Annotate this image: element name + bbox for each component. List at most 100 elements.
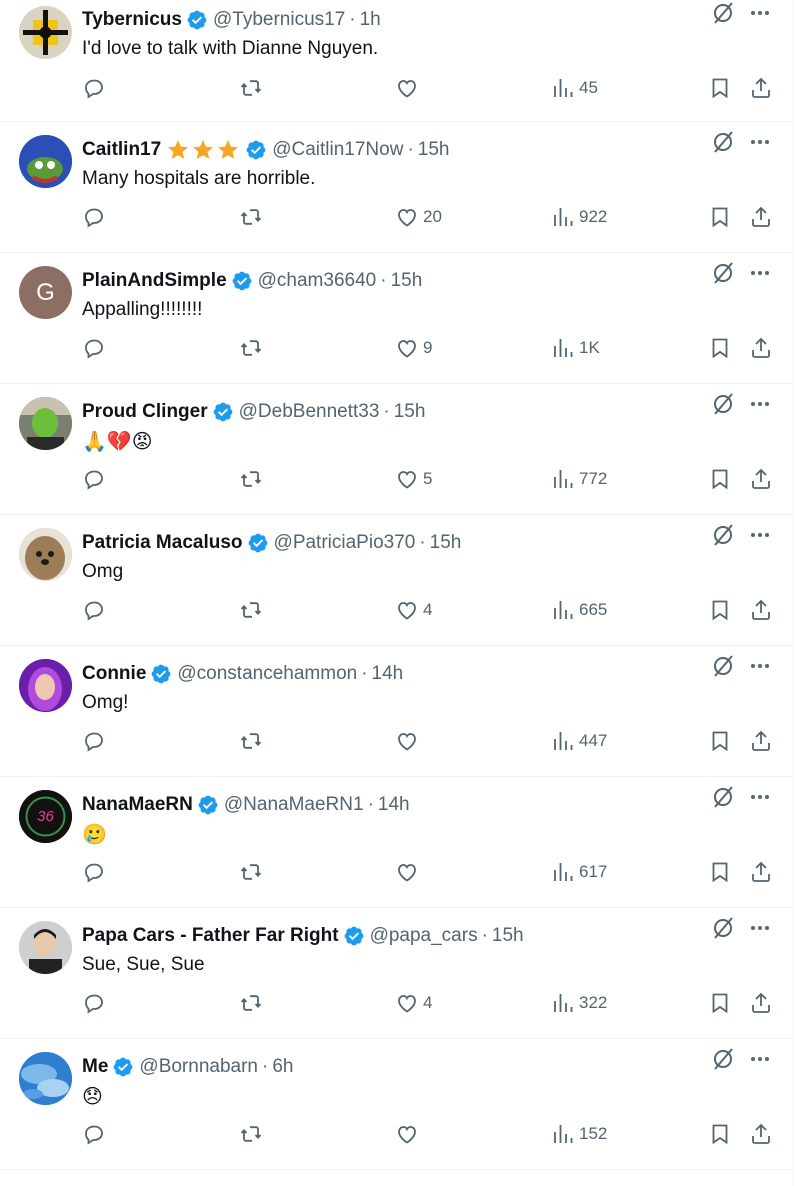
author-handle[interactable]: @papa_cars <box>370 925 478 947</box>
tweet[interactable]: Patricia Macaluso @PatriciaPio370 · 15h … <box>0 515 794 646</box>
reply-button[interactable] <box>82 857 110 887</box>
more-icon[interactable] <box>748 523 772 547</box>
more-icon[interactable] <box>748 261 772 285</box>
views-button[interactable]: 322 <box>551 988 607 1018</box>
author-name[interactable]: PlainAndSimple <box>82 270 227 292</box>
author-handle[interactable]: @cham36640 <box>258 270 377 292</box>
grok-icon[interactable] <box>710 0 736 26</box>
bookmark-button[interactable] <box>708 333 732 363</box>
reply-button[interactable] <box>82 595 110 625</box>
share-button[interactable] <box>749 857 773 887</box>
grok-icon[interactable] <box>710 653 736 679</box>
author-name[interactable]: NanaMaeRN <box>82 794 193 816</box>
views-button[interactable]: 45 <box>551 73 598 103</box>
grok-icon[interactable] <box>710 391 736 417</box>
share-button[interactable] <box>749 202 773 232</box>
more-icon[interactable] <box>748 916 772 940</box>
views-button[interactable]: 617 <box>551 857 607 887</box>
verified-badge-icon[interactable] <box>231 270 253 292</box>
timestamp[interactable]: 15h <box>394 401 426 423</box>
verified-badge-icon[interactable] <box>150 663 172 685</box>
author-name[interactable]: Caitlin17 <box>82 139 161 161</box>
tweet[interactable]: G PlainAndSimple @cham36640 · 15h Appall… <box>0 253 794 384</box>
author-handle[interactable]: @PatriciaPio370 <box>274 532 416 554</box>
timestamp[interactable]: 14h <box>372 663 404 685</box>
timestamp[interactable]: 6h <box>272 1056 293 1078</box>
bookmark-button[interactable] <box>708 595 732 625</box>
bookmark-button[interactable] <box>708 73 732 103</box>
views-button[interactable]: 665 <box>551 595 607 625</box>
more-icon[interactable] <box>748 1 772 25</box>
retweet-button[interactable] <box>239 1119 267 1149</box>
avatar[interactable] <box>19 1052 72 1105</box>
retweet-button[interactable] <box>239 595 267 625</box>
avatar[interactable]: 36 <box>19 790 72 843</box>
share-button[interactable] <box>749 464 773 494</box>
reply-button[interactable] <box>82 333 110 363</box>
avatar[interactable] <box>19 6 72 59</box>
more-icon[interactable] <box>748 654 772 678</box>
bookmark-button[interactable] <box>708 464 732 494</box>
avatar[interactable] <box>19 397 72 450</box>
retweet-button[interactable] <box>239 857 267 887</box>
like-button[interactable] <box>395 73 423 103</box>
author-name[interactable]: Papa Cars - Father Far Right <box>82 925 339 947</box>
author-handle[interactable]: @Bornnabarn <box>139 1056 258 1078</box>
grok-icon[interactable] <box>710 1046 736 1072</box>
more-icon[interactable] <box>748 392 772 416</box>
retweet-button[interactable] <box>239 464 267 494</box>
views-button[interactable]: 1K <box>551 333 600 363</box>
views-button[interactable]: 447 <box>551 726 607 756</box>
retweet-button[interactable] <box>239 988 267 1018</box>
timestamp[interactable]: 15h <box>391 270 423 292</box>
tweet[interactable]: Tybernicus @Tybernicus17 · 1h I'd love t… <box>0 0 794 122</box>
share-button[interactable] <box>749 1119 773 1149</box>
grok-icon[interactable] <box>710 915 736 941</box>
bookmark-button[interactable] <box>708 988 732 1018</box>
timestamp[interactable]: 15h <box>492 925 524 947</box>
avatar[interactable] <box>19 659 72 712</box>
bookmark-button[interactable] <box>708 726 732 756</box>
reply-button[interactable] <box>82 464 110 494</box>
bookmark-button[interactable] <box>708 1119 732 1149</box>
verified-badge-icon[interactable] <box>245 139 267 161</box>
grok-icon[interactable] <box>710 129 736 155</box>
tweet[interactable]: Papa Cars - Father Far Right @papa_cars … <box>0 908 794 1039</box>
timestamp[interactable]: 15h <box>430 532 462 554</box>
author-handle[interactable]: @Caitlin17Now <box>272 139 403 161</box>
verified-badge-icon[interactable] <box>343 925 365 947</box>
author-name[interactable]: Me <box>82 1056 108 1078</box>
more-icon[interactable] <box>748 785 772 809</box>
retweet-button[interactable] <box>239 73 267 103</box>
share-button[interactable] <box>749 726 773 756</box>
share-button[interactable] <box>749 73 773 103</box>
avatar[interactable] <box>19 528 72 581</box>
timestamp[interactable]: 1h <box>360 9 381 31</box>
more-icon[interactable] <box>748 1047 772 1071</box>
like-button[interactable]: 9 <box>395 333 432 363</box>
grok-icon[interactable] <box>710 784 736 810</box>
retweet-button[interactable] <box>239 726 267 756</box>
retweet-button[interactable] <box>239 333 267 363</box>
like-button[interactable]: 5 <box>395 464 432 494</box>
author-name[interactable]: Connie <box>82 663 146 685</box>
bookmark-button[interactable] <box>708 857 732 887</box>
tweet[interactable]: 36 NanaMaeRN @NanaMaeRN1 · 14h 🥲 617 <box>0 777 794 908</box>
author-name[interactable]: Proud Clinger <box>82 401 208 423</box>
timestamp[interactable]: 14h <box>378 794 410 816</box>
author-handle[interactable]: @constancehammon <box>177 663 357 685</box>
avatar[interactable] <box>19 135 72 188</box>
tweet[interactable]: Caitlin17 @Caitlin17Now · 15h Many hospi… <box>0 122 794 253</box>
verified-badge-icon[interactable] <box>212 401 234 423</box>
reply-button[interactable] <box>82 202 110 232</box>
grok-icon[interactable] <box>710 522 736 548</box>
reply-button[interactable] <box>82 988 110 1018</box>
author-handle[interactable]: @NanaMaeRN1 <box>224 794 364 816</box>
tweet[interactable]: Proud Clinger @DebBennett33 · 15h 🙏💔😡 5 … <box>0 384 794 515</box>
share-button[interactable] <box>749 595 773 625</box>
avatar[interactable] <box>19 921 72 974</box>
author-handle[interactable]: @DebBennett33 <box>239 401 380 423</box>
retweet-button[interactable] <box>239 202 267 232</box>
views-button[interactable]: 152 <box>551 1119 607 1149</box>
like-button[interactable]: 20 <box>395 202 442 232</box>
